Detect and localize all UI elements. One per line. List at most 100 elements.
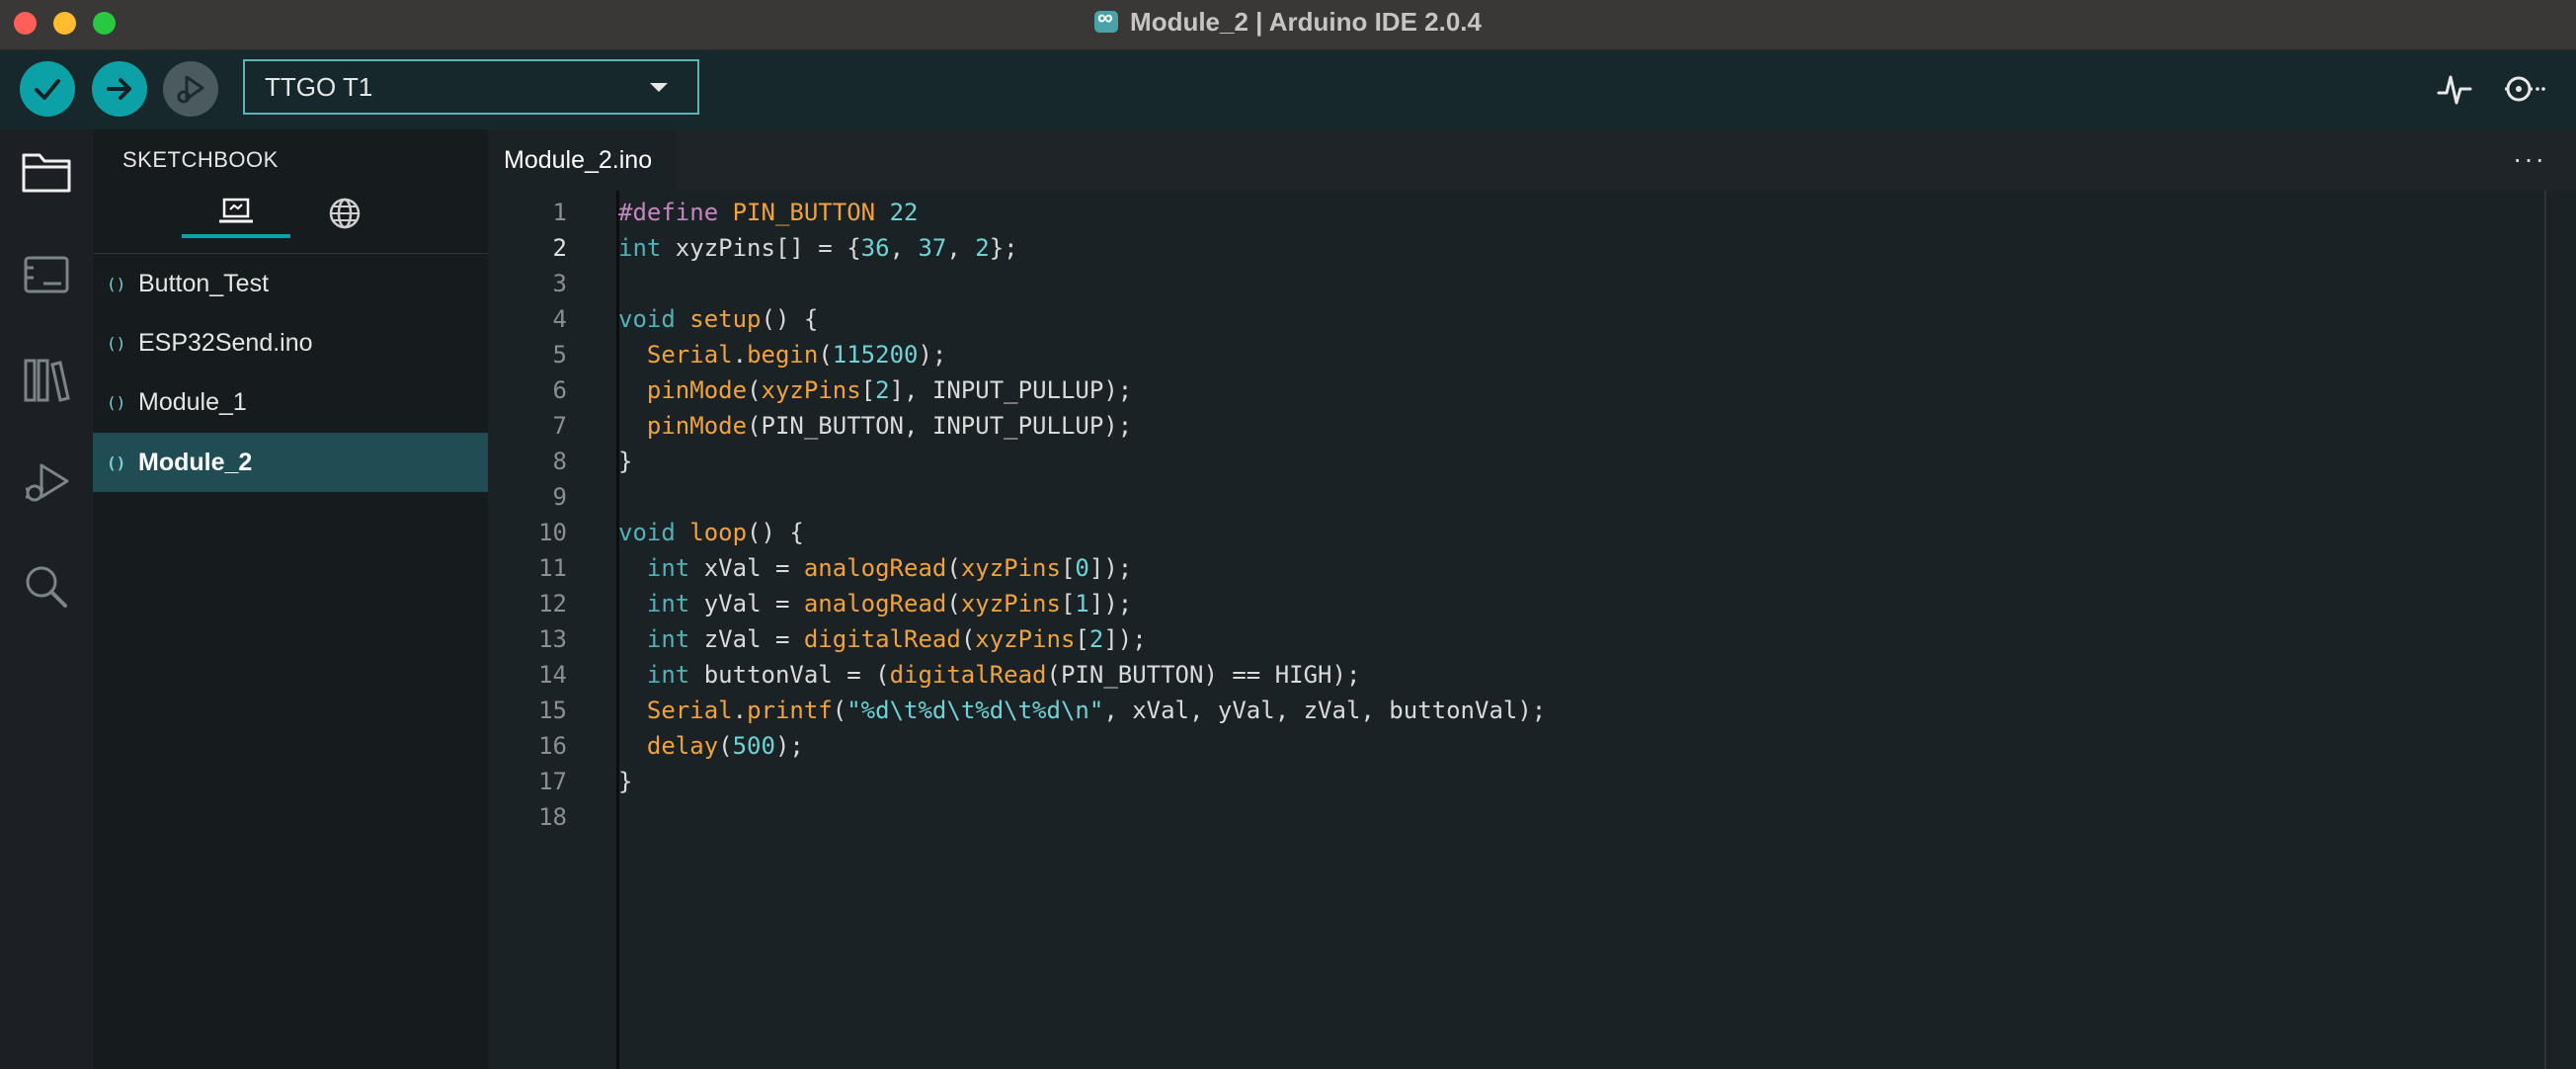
library-icon	[24, 359, 70, 402]
sketch-item-button-test[interactable]: () Button_Test	[93, 254, 488, 313]
code-line[interactable]: 5 Serial.begin(115200);	[488, 337, 2523, 372]
code-text: int buttonVal = (digitalRead(PIN_BUTTON)…	[646, 661, 1361, 689]
line-number: 2	[552, 234, 567, 262]
toolbar: TTGO T1	[0, 50, 2576, 129]
code-line[interactable]: 14 int buttonVal = (digitalRead(PIN_BUTT…	[488, 657, 2523, 693]
sketch-item-label: ESP32Send.ino	[138, 328, 313, 357]
more-options-icon[interactable]: ···	[2513, 143, 2546, 175]
folder-icon	[22, 153, 71, 193]
arrow-right-icon	[107, 78, 131, 100]
code-text: }	[618, 768, 633, 795]
window-title: Module_2 | Arduino IDE 2.0.4	[1130, 6, 1482, 37]
code-line[interactable]: 7 pinMode(PIN_BUTTON, INPUT_PULLUP);	[488, 408, 2523, 444]
line-number: 11	[538, 554, 567, 582]
line-number: 3	[552, 270, 567, 297]
code-line[interactable]: 6 pinMode(xyzPins[2], INPUT_PULLUP);	[488, 372, 2523, 408]
globe-icon	[329, 198, 361, 229]
line-number: 10	[538, 519, 567, 546]
pulse-icon	[2437, 75, 2472, 105]
sketch-item-module-1[interactable]: () Module_1	[93, 372, 488, 432]
title-bar: Module_2 | Arduino IDE 2.0.4	[0, 0, 2576, 50]
debug-panel-button[interactable]	[12, 448, 81, 517]
search-activity-button[interactable]	[12, 552, 81, 621]
bug-play-icon	[26, 463, 69, 502]
sketchbook-panel: SKETCHBOOK () Button_Test () ESP32Send.i…	[93, 129, 488, 1069]
line-number: 16	[538, 732, 567, 760]
line-number: 4	[552, 305, 567, 333]
code-text: #define PIN_BUTTON 22	[618, 199, 919, 226]
code-line[interactable]: 3	[488, 266, 2523, 301]
serial-plotter-button[interactable]	[2430, 64, 2479, 114]
cloud-sketchbook-tab[interactable]	[290, 189, 399, 238]
line-number: 13	[538, 625, 567, 653]
code-line[interactable]: 16 delay(500);	[488, 728, 2523, 764]
code-text: delay(500);	[646, 732, 804, 760]
code-text: int xyzPins[] = {36, 37, 2};	[618, 234, 1018, 262]
sketch-item-label: Module_1	[138, 387, 247, 416]
code-text: pinMode(xyzPins[2], INPUT_PULLUP);	[646, 376, 1133, 404]
code-line[interactable]: 12 int yVal = analogRead(xyzPins[1]);	[488, 586, 2523, 621]
activity-bar	[0, 129, 93, 1069]
laptop-icon	[219, 198, 253, 223]
tab-module-2-ino[interactable]: Module_2.ino	[488, 129, 677, 191]
code-line[interactable]: 18	[488, 799, 2523, 835]
line-number: 18	[538, 803, 567, 831]
code-text: void setup() {	[618, 305, 819, 333]
code-text: Serial.printf("%d\t%d\t%d\t%d\n", xVal, …	[646, 697, 1547, 724]
debug-button[interactable]	[163, 61, 218, 117]
line-number: 17	[538, 768, 567, 795]
line-number: 5	[552, 341, 567, 369]
line-number: 14	[538, 661, 567, 689]
sketch-file-icon: ()	[107, 333, 126, 353]
code-line[interactable]: 2 int xyzPins[] = {36, 37, 2};	[488, 230, 2523, 266]
sketch-file-icon: ()	[107, 452, 126, 472]
code-editor[interactable]: 1 #define PIN_BUTTON 22 2 int xyzPins[] = {…	[488, 191, 2576, 1069]
line-number: 12	[538, 590, 567, 617]
code-text: void loop() {	[618, 519, 804, 546]
editor-scrollbar[interactable]	[2544, 191, 2576, 1069]
code-text: }	[618, 448, 633, 475]
magnifier-dots-icon	[2505, 76, 2545, 102]
search-icon	[26, 566, 67, 608]
line-number: 1	[552, 199, 567, 226]
board-selector-label: TTGO T1	[265, 71, 373, 102]
sketch-file-icon: ()	[107, 392, 126, 412]
code-line[interactable]: 17}	[488, 764, 2523, 799]
arduino-logo-icon	[1094, 5, 1119, 33]
board-selector[interactable]: TTGO T1	[243, 59, 699, 115]
upload-button[interactable]	[92, 61, 147, 117]
code-text: int zVal = digitalRead(xyzPins[2]);	[646, 625, 1147, 653]
sketchbook-activity-button[interactable]	[12, 137, 81, 206]
boards-manager-button[interactable]	[12, 240, 81, 309]
code-text: Serial.begin(115200);	[646, 341, 947, 369]
code-line[interactable]: 9	[488, 479, 2523, 515]
line-number: 7	[552, 412, 567, 440]
sketch-file-icon: ()	[107, 274, 126, 293]
debug-icon	[177, 75, 204, 104]
code-line[interactable]: 10 void loop() {	[488, 515, 2523, 550]
code-line[interactable]: 8}	[488, 444, 2523, 479]
library-manager-button[interactable]	[12, 345, 81, 414]
tab-label: Module_2.ino	[504, 145, 653, 174]
chevron-down-icon	[650, 83, 668, 92]
editor-tab-bar: Module_2.ino ···	[488, 129, 2576, 191]
code-line[interactable]: 1 #define PIN_BUTTON 22	[488, 195, 2523, 230]
code-text: int yVal = analogRead(xyzPins[1]);	[646, 590, 1133, 617]
code-line[interactable]: 11 int xVal = analogRead(xyzPins[0]);	[488, 550, 2523, 586]
sketch-item-module-2[interactable]: () Module_2	[93, 433, 488, 492]
board-icon	[24, 256, 69, 293]
code-line[interactable]: 15 Serial.printf("%d\t%d\t%d\t%d\n", xVa…	[488, 693, 2523, 728]
serial-monitor-button[interactable]	[2499, 64, 2548, 114]
sketch-item-label: Button_Test	[138, 269, 270, 297]
line-number: 15	[538, 697, 567, 724]
code-line[interactable]: 4 void setup() {	[488, 301, 2523, 337]
line-number: 8	[552, 448, 567, 475]
sketch-item-esp32send[interactable]: () ESP32Send.ino	[93, 313, 488, 372]
code-line[interactable]: 13 int zVal = digitalRead(xyzPins[2]);	[488, 621, 2523, 657]
line-number: 6	[552, 376, 567, 404]
local-sketchbook-tab[interactable]	[182, 189, 290, 238]
verify-button[interactable]	[20, 61, 75, 117]
sketch-item-label: Module_2	[138, 448, 253, 476]
code-text: pinMode(PIN_BUTTON, INPUT_PULLUP);	[646, 412, 1133, 440]
window-title-container: Module_2 | Arduino IDE 2.0.4	[0, 0, 2576, 43]
